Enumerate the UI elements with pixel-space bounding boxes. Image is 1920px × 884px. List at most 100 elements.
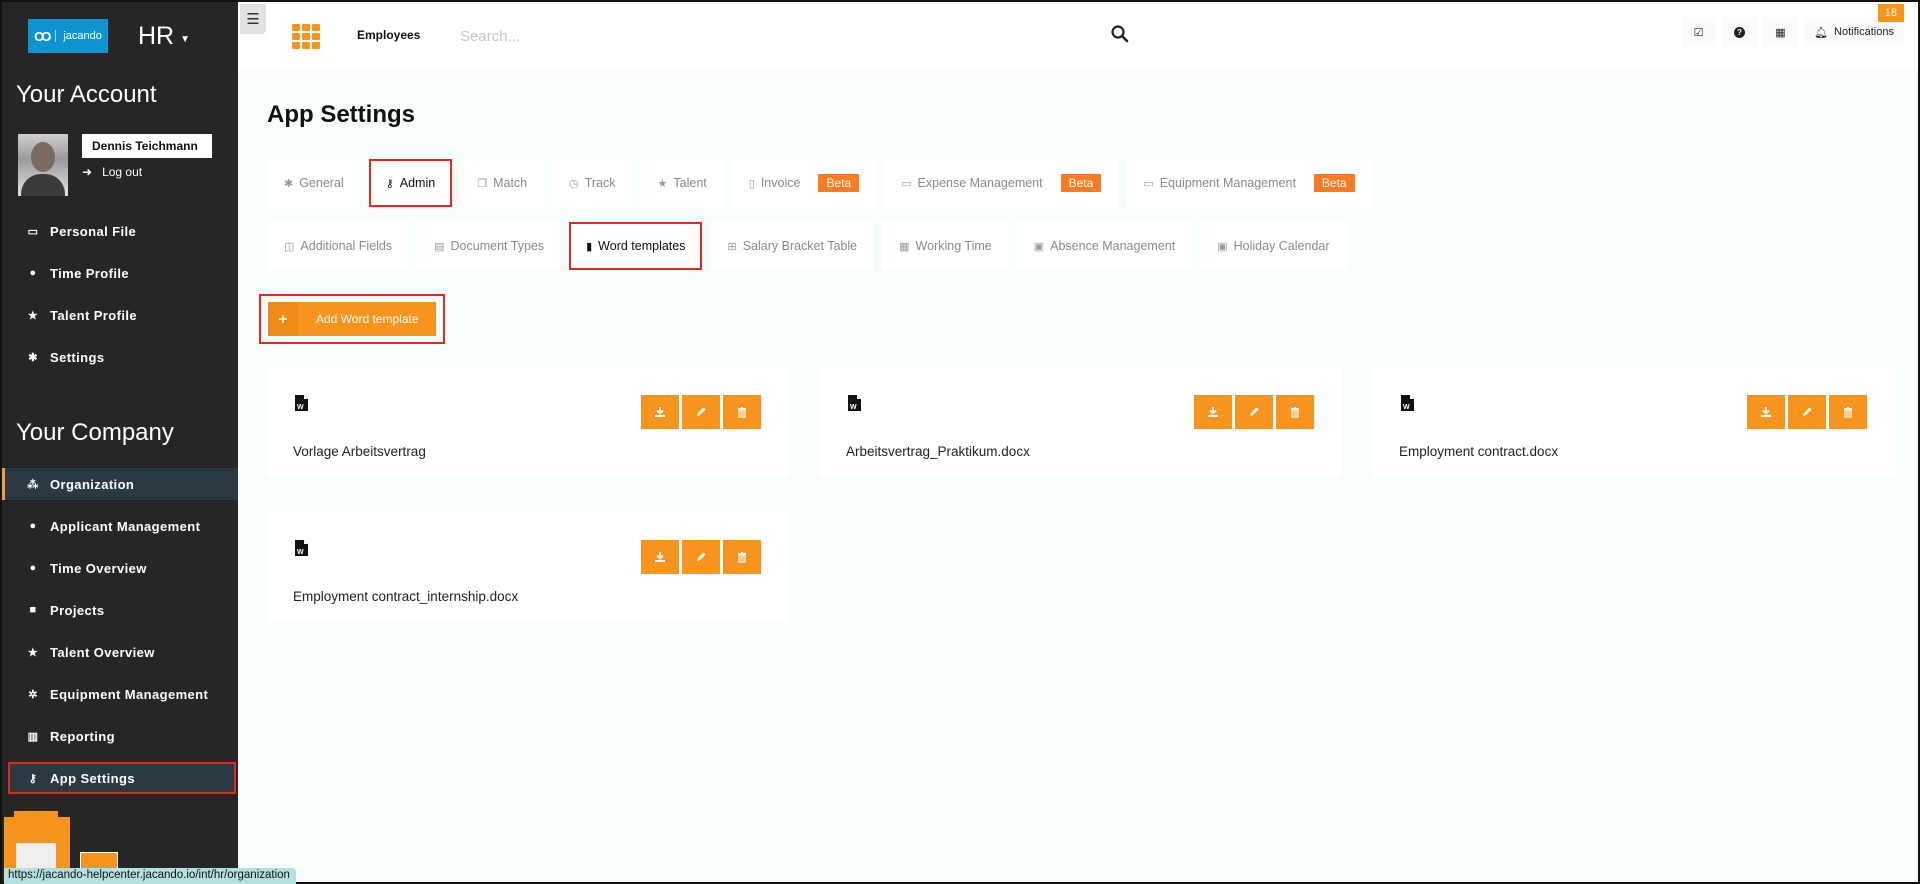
notifications-label: Notifications [1834,26,1894,38]
tab-expense-management[interactable]: ▭ Expense Management Beta [884,159,1119,207]
company-nav: ⁂ Organization ● Applicant Management ● … [2,468,238,804]
tab-label: Absence Management [1050,239,1176,253]
sidebar-item-personal-file[interactable]: ▭ Personal File [2,215,238,247]
tab-document-types[interactable]: ▤ Document Types [417,222,562,270]
calendar-x-icon: ▣ [1033,240,1045,253]
tab-label: Match [493,176,528,190]
tab-salary-bracket-table[interactable]: ⊞ Salary Bracket Table [710,222,875,270]
sidebar-item-settings[interactable]: ✱ Settings [2,341,238,373]
sidebar-item-talent-profile[interactable]: ★ Talent Profile [2,299,238,331]
avatar[interactable] [18,134,68,196]
sidebar-item-reporting[interactable]: ▥ Reporting [2,720,238,752]
tab-label: Invoice [760,176,801,190]
tab-talent[interactable]: ★ Talent [640,159,724,207]
clock-icon: ◷ [569,177,579,190]
search-icon[interactable] [1110,24,1130,44]
svg-text:W: W [297,404,304,411]
sidebar-item-talent-overview[interactable]: ★ Talent Overview [2,636,238,668]
sidebar-item-time-profile[interactable]: ● Time Profile [2,257,238,289]
star-icon: ★ [27,646,39,659]
sidebar-item-time-overview[interactable]: ● Time Overview [2,552,238,584]
delete-button[interactable] [723,540,761,574]
sidebar-item-applicant-management[interactable]: ● Applicant Management [2,510,238,542]
calendar-icon: ▦ [899,240,910,253]
calendar-button[interactable]: ▦ [1763,17,1798,47]
template-name: Vorlage Arbeitsvertrag [293,444,426,459]
logo-rings-icon: OO [34,28,51,44]
sidebar-item-projects[interactable]: ■ Projects [2,594,238,626]
delete-button[interactable] [1276,395,1314,429]
download-button[interactable] [641,540,679,574]
top-actions: ☑ ? ▦ 🔔︎ Notifications [1681,17,1904,47]
settings-tabs-row-2: ◫ Additional Fields ▤ Document Types ▮ W… [267,222,1347,270]
tab-equipment-management[interactable]: ▭ Equipment Management Beta [1126,159,1372,207]
sidebar-item-equipment-management[interactable]: ✲ Equipment Management [2,678,238,710]
top-bar: ☰ Employees ☑ ? ▦ 🔔︎ Notifications 18 [238,2,1918,70]
apps-grid-icon[interactable] [292,24,320,49]
your-company-heading: Your Company [16,419,174,446]
key-icon: ⚷ [385,177,394,190]
tab-additional-fields[interactable]: ◫ Additional Fields [267,222,410,270]
trash-icon [738,552,746,563]
page-title: App Settings [267,101,415,128]
trash-icon [738,407,746,418]
tab-admin[interactable]: ⚷ Admin [368,159,453,207]
tab-working-time[interactable]: ▦ Working Time [882,222,1009,270]
user-name[interactable]: Dennis Teichmann [82,134,212,158]
help-button[interactable]: ? [1722,17,1757,47]
star-icon: ★ [657,177,668,190]
beta-badge: Beta [1313,174,1355,192]
app-name: HR [138,21,175,50]
logout-link[interactable]: ➜ Log out [82,165,212,179]
user-profile: Dennis Teichmann ➜ Log out [18,134,212,196]
trash-icon [1291,407,1299,418]
word-file-icon: W [295,540,308,556]
tab-holiday-calendar[interactable]: ▣ Holiday Calendar [1200,222,1347,270]
tab-track[interactable]: ◷ Track [552,159,633,207]
download-button[interactable] [1747,395,1785,429]
sidebar-item-app-settings[interactable]: ⚷ App Settings [8,762,236,794]
tab-label: Working Time [915,239,992,253]
bell-icon: 🔔︎ [1814,26,1829,39]
tab-word-templates[interactable]: ▮ Word templates [569,222,703,270]
checkbox-icon: ☑ [1693,26,1704,39]
sidebar-item-label: Talent Overview [50,644,155,660]
tab-general[interactable]: ✱ General [267,159,361,207]
edit-button[interactable] [1788,395,1826,429]
download-button[interactable] [1194,395,1232,429]
tab-invoice[interactable]: ▯ Invoice Beta [731,159,877,207]
beta-badge: Beta [818,174,860,192]
gears-icon: ✲ [28,688,38,701]
clock-icon: ● [29,267,37,279]
delete-button[interactable] [723,395,761,429]
status-bar-url: https://jacando-helpcenter.jacando.io/in… [4,868,296,884]
calendar-icon: ▦ [1775,26,1786,39]
edit-button[interactable] [682,395,720,429]
logo-text: jacando [63,30,102,42]
hamburger-menu-button[interactable]: ☰ [240,4,266,34]
download-button[interactable] [641,395,679,429]
delete-button[interactable] [1829,395,1867,429]
module-label[interactable]: Employees [357,28,420,42]
your-account-heading: Your Account [16,81,157,108]
sidebar-item-organization[interactable]: ⁂ Organization [2,468,238,500]
calendar-plus-icon: ▣ [1217,240,1228,253]
jacando-logo[interactable]: OO jacando [28,19,108,53]
add-word-template-button[interactable]: + Add Word template [268,302,436,336]
tasks-button[interactable]: ☑ [1681,17,1716,47]
tab-label: Admin [399,176,436,190]
file-icon: ▯ [748,177,755,190]
sidebar-item-label: Time Overview [50,560,147,576]
app-switcher[interactable]: HR ▼ [138,22,190,51]
edit-button[interactable] [682,540,720,574]
user-icon: ● [29,520,37,532]
tab-match[interactable]: ❐ Match [460,159,545,207]
caret-down-icon: ▼ [180,33,191,45]
tab-absence-management[interactable]: ▣ Absence Management [1016,222,1193,270]
sidebar-item-label: Applicant Management [50,518,201,534]
columns-icon: ◫ [284,240,295,253]
edit-button[interactable] [1235,395,1273,429]
download-icon [655,552,665,562]
search-input[interactable] [460,22,1100,50]
sidebar: OO jacando HR ▼ Your Account Dennis Teic… [2,2,238,882]
